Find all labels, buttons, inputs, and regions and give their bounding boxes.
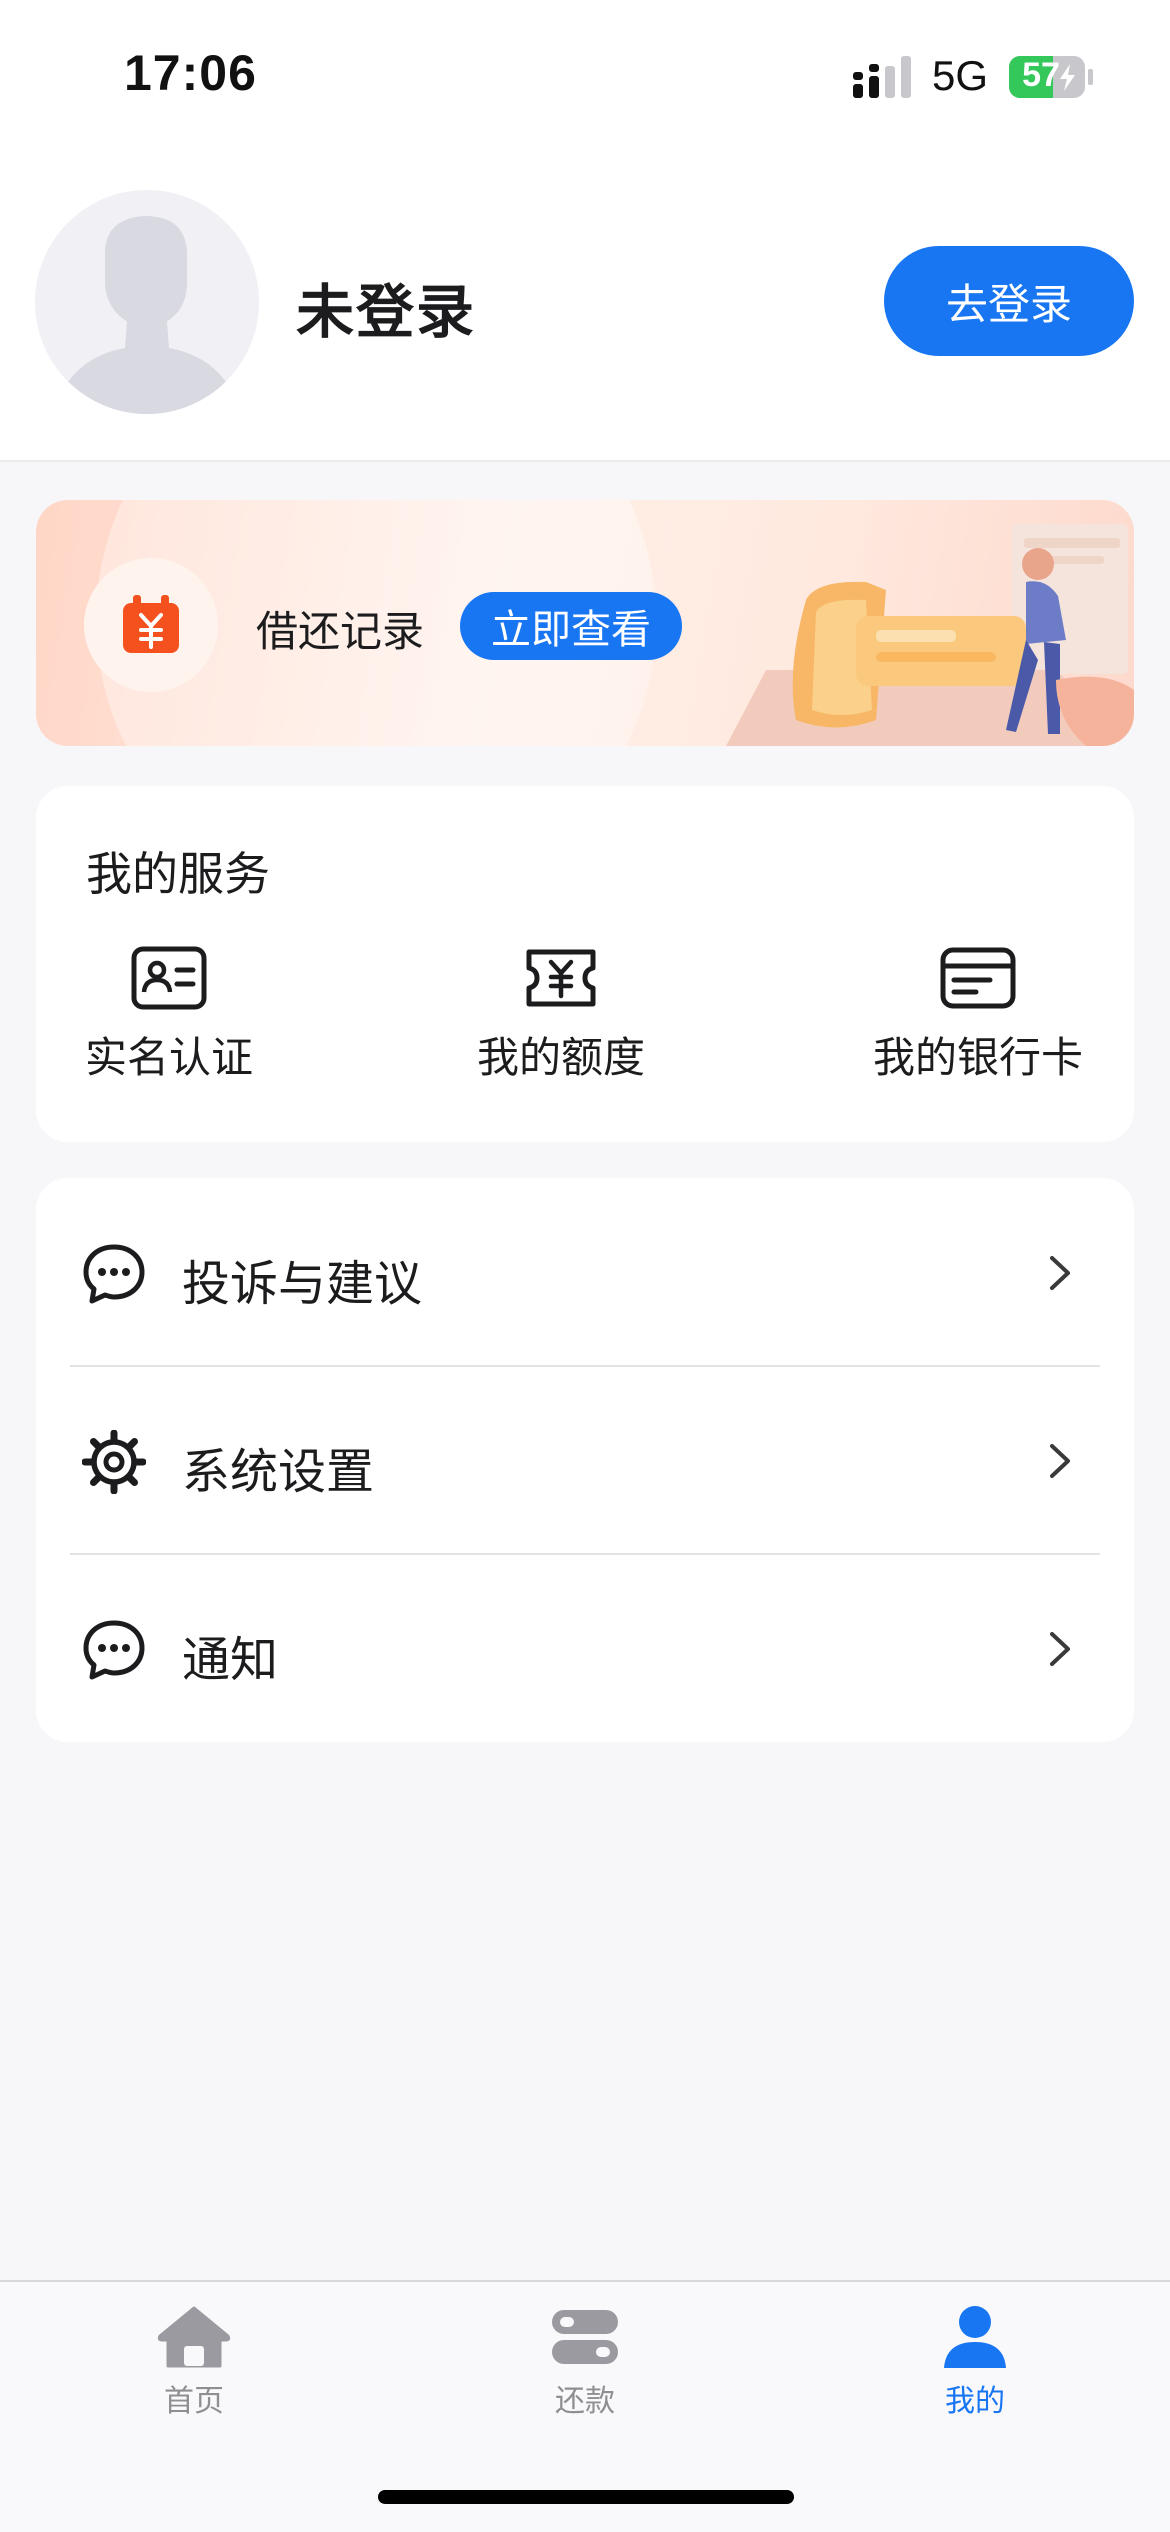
service-label: 我的银行卡 xyxy=(872,1033,1083,1082)
chevron-right-icon xyxy=(1050,1444,1070,1478)
banner-illustration xyxy=(726,524,1134,746)
battery-level: 57 xyxy=(1022,56,1060,94)
menu-label: 投诉与建议 xyxy=(182,1256,423,1312)
repay-icon xyxy=(552,2310,618,2364)
menu-item-feedback[interactable]: 投诉与建议 xyxy=(36,1178,1134,1366)
login-button[interactable]: 去登录 xyxy=(884,246,1134,356)
view-now-button[interactable]: 立即查看 xyxy=(460,592,682,660)
chevron-right-icon xyxy=(1050,1632,1070,1666)
tab-home[interactable]: 首页 xyxy=(94,2304,294,2420)
menu-item-notifications[interactable]: 通知 xyxy=(36,1554,1134,1742)
menu-item-settings[interactable]: 系统设置 xyxy=(36,1366,1134,1554)
service-real-name-auth[interactable]: 实名认证 xyxy=(84,946,254,1106)
status-time: 17:06 xyxy=(124,45,257,101)
home-icon xyxy=(157,2306,231,2368)
tab-label: 还款 xyxy=(555,2384,615,2419)
tab-mine[interactable]: 我的 xyxy=(875,2304,1075,2420)
signal-icon xyxy=(853,56,911,98)
user-icon xyxy=(944,2306,1006,2368)
banner-icon-wrap xyxy=(84,558,218,692)
banner-title: 借还记录 xyxy=(256,607,425,656)
chat-bubble-icon xyxy=(83,1244,145,1304)
avatar[interactable] xyxy=(35,190,259,414)
yuan-ticket-icon xyxy=(526,949,596,1007)
tab-repay[interactable]: 还款 xyxy=(485,2304,685,2420)
tab-label: 我的 xyxy=(945,2384,1005,2419)
chat-bubble-icon xyxy=(83,1620,145,1680)
service-my-credit[interactable]: 我的额度 xyxy=(476,946,646,1106)
home-indicator[interactable] xyxy=(378,2490,794,2504)
id-card-icon xyxy=(131,946,207,1010)
loan-record-banner[interactable]: 借还记录 立即查看 xyxy=(36,500,1134,746)
chevron-right-icon xyxy=(1050,1256,1070,1290)
profile-name: 未登录 xyxy=(296,278,477,346)
gear-icon xyxy=(82,1430,146,1494)
tab-label: 首页 xyxy=(164,2384,224,2419)
service-my-bank-card[interactable]: 我的银行卡 xyxy=(872,946,1084,1106)
header-section: 17:06 5G 57 未登录 去登录 xyxy=(0,0,1170,462)
service-label: 我的额度 xyxy=(476,1033,645,1082)
network-type: 5G xyxy=(932,52,989,99)
calendar-yuan-icon xyxy=(123,595,179,653)
menu-label: 通知 xyxy=(182,1632,279,1688)
menu-label: 系统设置 xyxy=(182,1444,375,1500)
bank-card-icon xyxy=(940,947,1016,1009)
settings-menu-card: 投诉与建议 系统设置 通知 xyxy=(36,1178,1134,1742)
my-services-card: 我的服务 实名认证 我的额度 我的银行卡 xyxy=(36,786,1134,1142)
service-label: 实名认证 xyxy=(84,1033,253,1082)
services-title: 我的服务 xyxy=(86,847,270,901)
